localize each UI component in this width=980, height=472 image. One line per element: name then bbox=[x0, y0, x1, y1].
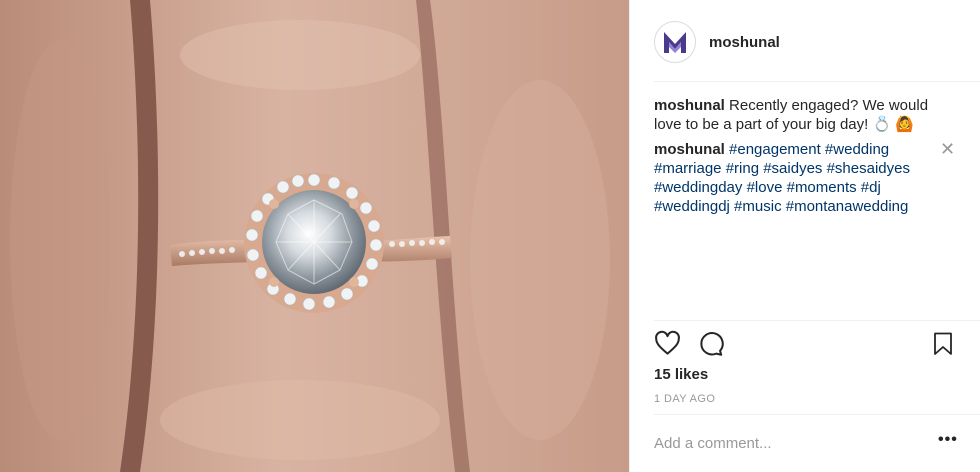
post-header: moshunal bbox=[654, 20, 780, 64]
logo-m-icon bbox=[664, 32, 686, 53]
more-options-icon[interactable]: ••• bbox=[938, 431, 958, 449]
heart-icon[interactable] bbox=[654, 330, 681, 357]
username-link[interactable]: moshunal bbox=[709, 34, 780, 51]
close-icon[interactable]: ✕ bbox=[940, 140, 955, 158]
post-caption: moshunal Recently engaged? We would love… bbox=[654, 96, 954, 134]
bookmark-icon[interactable] bbox=[932, 332, 954, 356]
caption-username[interactable]: moshunal bbox=[654, 97, 725, 114]
post-timestamp[interactable]: 1 DAY AGO bbox=[654, 393, 715, 405]
actions-divider bbox=[654, 320, 980, 321]
avatar[interactable] bbox=[654, 21, 696, 63]
comment-input[interactable] bbox=[654, 431, 914, 455]
likes-count[interactable]: 15 likes bbox=[654, 366, 708, 383]
ring-photo bbox=[0, 0, 629, 472]
action-bar bbox=[654, 330, 724, 357]
header-divider bbox=[654, 81, 980, 82]
comment-divider bbox=[654, 414, 980, 415]
comment-item: moshunal #engagement #wedding #marriage … bbox=[654, 140, 934, 216]
post-details-panel: moshunal moshunal Recently engaged? We w… bbox=[629, 0, 980, 472]
comment-bubble-icon[interactable] bbox=[697, 330, 724, 357]
post-photo[interactable] bbox=[0, 0, 629, 472]
comment-username[interactable]: moshunal bbox=[654, 141, 725, 158]
